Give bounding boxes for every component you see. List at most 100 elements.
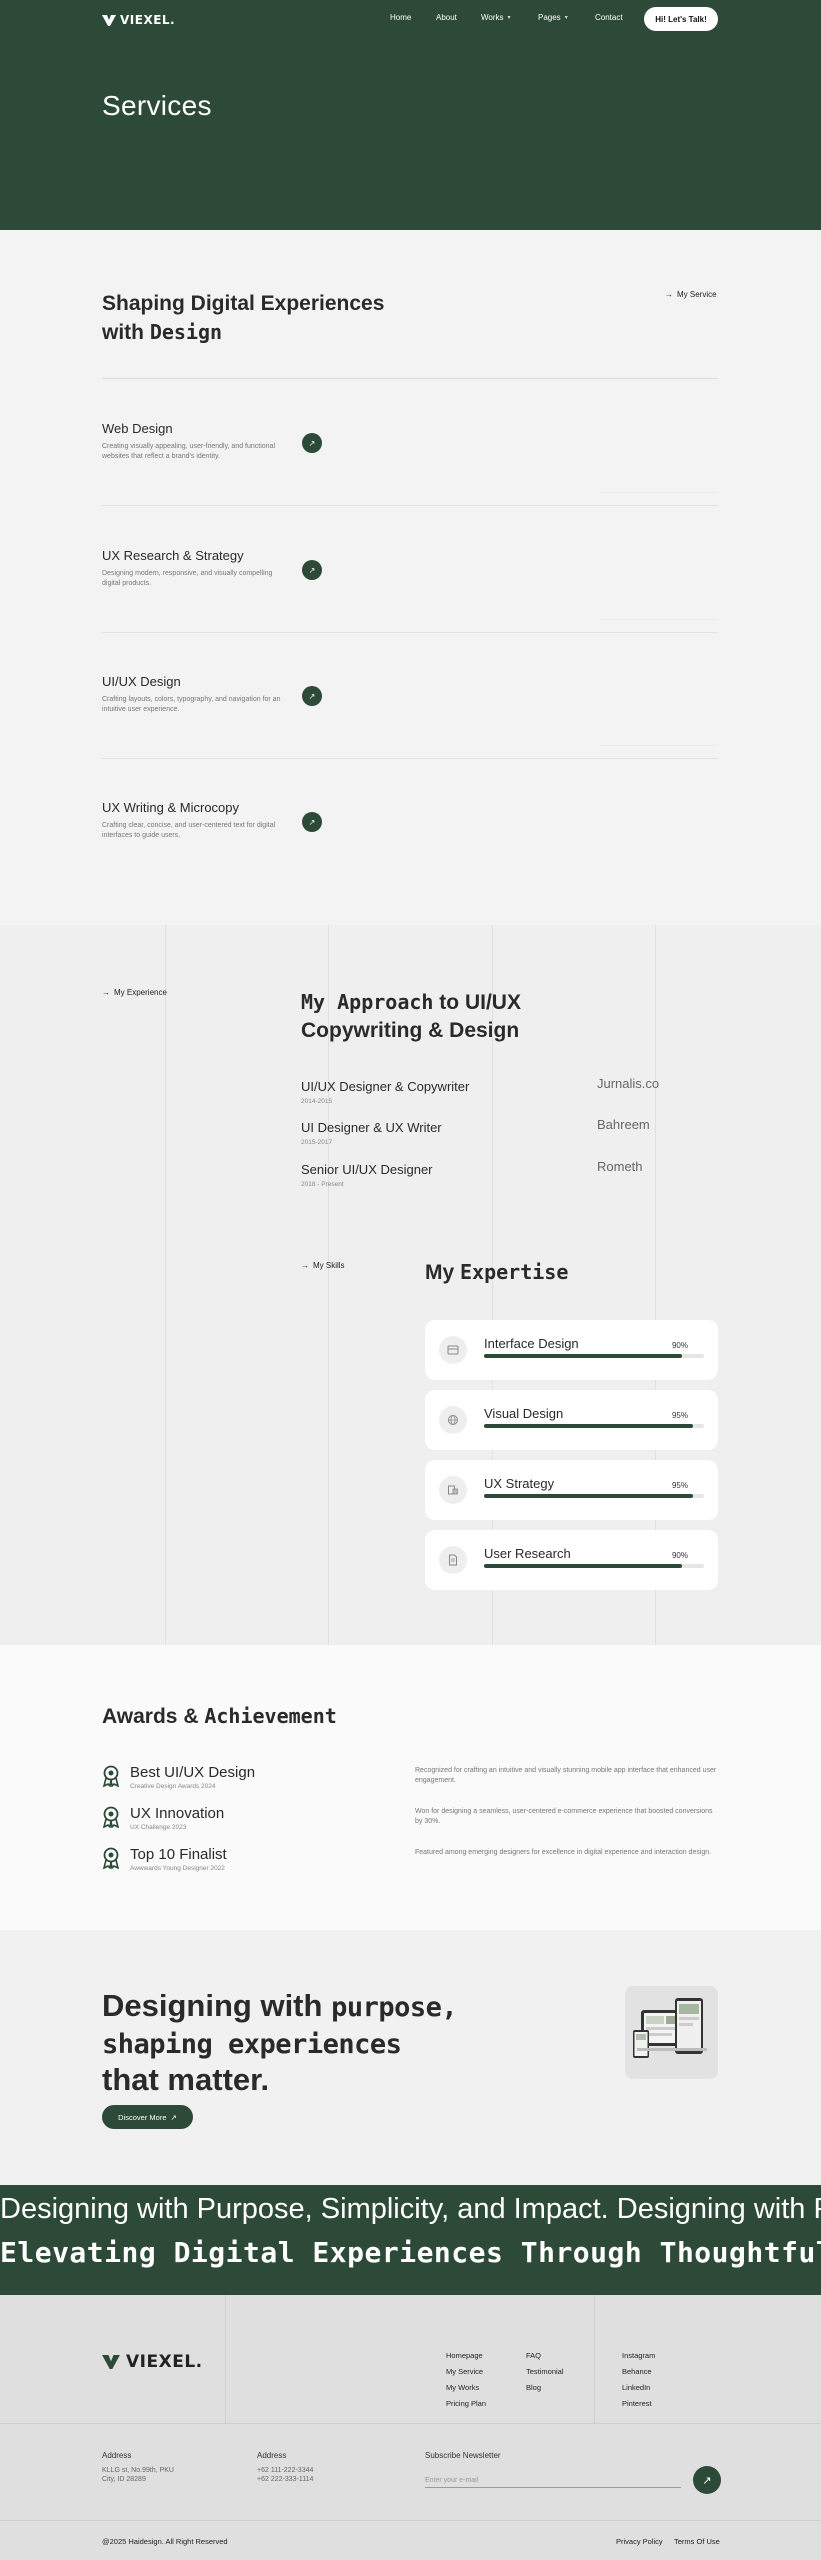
nav-contact[interactable]: Contact — [595, 13, 623, 22]
service-arrow-button[interactable]: ↗ — [302, 433, 322, 453]
nav-home[interactable]: Home — [390, 13, 411, 22]
my-service-label: My Service — [677, 290, 717, 299]
chevron-down-icon: ▾ — [507, 15, 511, 21]
document-icon — [439, 1546, 467, 1574]
skill-progress — [484, 1564, 704, 1568]
service-arrow-button[interactable]: ↗ — [302, 560, 322, 580]
footer-link[interactable]: My Works — [446, 2383, 479, 2392]
nav-contact-label: Contact — [595, 13, 623, 22]
address-label: Address — [102, 2451, 132, 2460]
divider — [102, 758, 718, 759]
privacy-policy-link[interactable]: Privacy Policy — [616, 2537, 663, 2546]
brand-logo[interactable]: VIEXEL. — [102, 13, 175, 27]
brand-name: VIEXEL. — [126, 2352, 203, 2372]
divider — [102, 632, 718, 633]
footer-link[interactable]: My Service — [446, 2367, 483, 2376]
service-title: UI/UX Design — [102, 674, 181, 689]
arrow-right-icon: → — [301, 1261, 309, 1270]
service-item[interactable]: UI/UX Design Crafting layouts, colors, t… — [102, 674, 718, 715]
strategy-icon — [439, 1476, 467, 1504]
job-title: UI/UX Designer & Copywriter — [301, 1079, 470, 1094]
newsletter-email-input[interactable] — [425, 2474, 681, 2488]
cta-heading-plain: that matter. — [102, 2062, 270, 2097]
divider — [0, 2423, 821, 2424]
lets-talk-button[interactable]: Hi! Let's Talk! — [644, 7, 718, 31]
skill-progress-fill — [484, 1424, 693, 1428]
social-link[interactable]: Pinterest — [622, 2399, 652, 2408]
divider — [225, 2295, 226, 2423]
devices-mockup-image — [625, 1986, 718, 2079]
subscribe-button[interactable]: ↗ — [693, 2466, 721, 2494]
nav-about[interactable]: About — [436, 13, 457, 22]
arrow-up-right-icon: ↗ — [308, 438, 316, 448]
skill-percent: 90% — [671, 1341, 688, 1350]
skill-progress-fill — [484, 1354, 682, 1358]
my-service-link[interactable]: → My Service — [665, 290, 717, 299]
footer-link[interactable]: Blog — [526, 2383, 541, 2392]
job-dates: 2014-2015 — [301, 1098, 333, 1105]
chevron-down-icon: ▾ — [564, 15, 568, 21]
footer-link[interactable]: Homepage — [446, 2351, 483, 2360]
skill-name: UX Strategy — [484, 1476, 555, 1491]
my-experience-link[interactable]: → My Experience — [102, 988, 167, 997]
address-label: Address — [257, 2451, 287, 2460]
nav-pages-label: Pages — [538, 13, 561, 22]
service-item[interactable]: Web Design Creating visually appealing, … — [102, 421, 718, 462]
terms-link[interactable]: Terms Of Use — [674, 2537, 720, 2546]
awards-heading: Awards & Achievement — [102, 1704, 337, 1729]
divider — [0, 2520, 821, 2521]
social-link[interactable]: Behance — [622, 2367, 652, 2376]
logo-mark-icon — [102, 2355, 120, 2369]
service-item[interactable]: UX Research & Strategy Designing modern,… — [102, 548, 718, 589]
skill-progress-fill — [484, 1494, 693, 1498]
my-skills-link[interactable]: → My Skills — [301, 1261, 345, 1270]
award-medal-icon — [102, 1806, 120, 1828]
award-medal-icon — [102, 1765, 120, 1787]
divider — [102, 378, 718, 379]
footer-link[interactable]: FAQ — [526, 2351, 541, 2360]
nav-pages[interactable]: Pages ▾ — [538, 13, 568, 22]
service-arrow-button[interactable]: ↗ — [302, 812, 322, 832]
footer-link[interactable]: Pricing Plan — [446, 2399, 486, 2408]
job-dates: 2018 - Present — [301, 1181, 344, 1188]
arrow-up-right-icon: ↗ — [308, 817, 316, 827]
footer-link[interactable]: Testimonial — [526, 2367, 564, 2376]
skill-name: Visual Design — [484, 1406, 564, 1421]
nav-home-label: Home — [390, 13, 412, 22]
service-desc: Crafting clear, concise, and user-center… — [102, 822, 276, 839]
expertise-heading-bold: Expertise — [460, 1260, 569, 1284]
cta-heading-bold: purpose, — [331, 1992, 458, 2023]
skill-progress-fill — [484, 1564, 682, 1568]
marquee-banner: Designing with Purpose, Simplicity, and … — [0, 2185, 821, 2295]
skill-percent: 90% — [671, 1551, 688, 1560]
logo-mark-icon — [102, 14, 116, 26]
my-skills-label: My Skills — [313, 1261, 345, 1270]
social-link[interactable]: Instagram — [622, 2351, 655, 2360]
award-title: UX Innovation — [130, 1805, 225, 1822]
job-title: Senior UI/UX Designer — [301, 1162, 433, 1177]
divider — [594, 2295, 595, 2423]
skill-name: Interface Design — [484, 1336, 579, 1351]
services-heading-bold: Design — [149, 320, 223, 344]
award-subtitle: UX Challenge 2023 — [130, 1824, 187, 1831]
divider — [600, 619, 718, 620]
discover-more-label: Discover More — [118, 2112, 167, 2122]
approach-heading-bold: My Approach — [301, 990, 434, 1014]
services-heading: Shaping Digital Experiences with Design — [102, 290, 402, 347]
approach-heading: My Approach to UI/UX Copywriting & Desig… — [301, 988, 561, 1045]
service-item[interactable]: UX Writing & Microcopy Crafting clear, c… — [102, 800, 718, 841]
service-arrow-button[interactable]: ↗ — [302, 686, 322, 706]
marquee-line: Elevating Digital Experiences Through Th… — [0, 2236, 821, 2269]
footer-logo[interactable]: VIEXEL. — [102, 2352, 203, 2372]
job-company: Bahreem — [597, 1117, 650, 1132]
social-link[interactable]: LinkedIn — [622, 2383, 650, 2392]
nav-works[interactable]: Works ▾ — [481, 13, 511, 22]
service-title: UX Research & Strategy — [102, 548, 244, 563]
nav-about-label: About — [436, 13, 457, 22]
divider — [102, 505, 718, 506]
arrow-up-right-icon: ↗ — [308, 565, 316, 575]
discover-more-button[interactable]: Discover More ↗ — [102, 2105, 193, 2129]
award-description: Won for designing a seamless, user-cente… — [415, 1808, 713, 1825]
grid-line — [165, 925, 166, 1645]
skill-card: UX Strategy 95% — [425, 1460, 718, 1520]
